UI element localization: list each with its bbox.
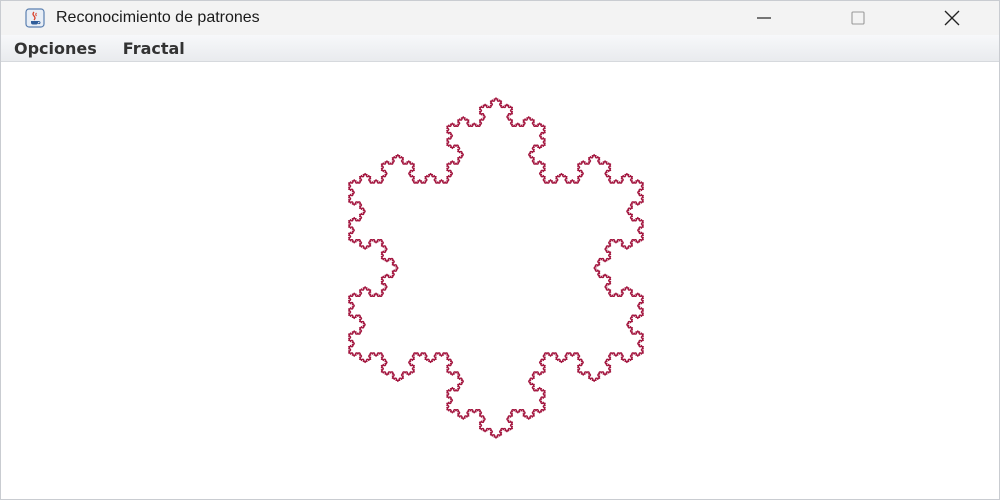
minimize-icon <box>757 17 771 19</box>
koch-snowflake-path <box>348 97 644 439</box>
minimize-button[interactable] <box>717 1 811 35</box>
java-cup-icon <box>24 7 46 29</box>
app-window: Reconocimiento de patrones Opciones Frac… <box>0 0 1000 500</box>
window-title: Reconocimiento de patrones <box>56 9 260 26</box>
drawing-canvas[interactable] <box>2 62 998 498</box>
close-icon <box>944 10 960 26</box>
maximize-icon <box>851 11 865 25</box>
close-button[interactable] <box>905 1 999 35</box>
window-controls <box>717 1 999 35</box>
menu-fractal[interactable]: Fractal <box>110 39 198 58</box>
koch-snowflake-drawing <box>348 97 644 439</box>
title-bar[interactable]: Reconocimiento de patrones <box>1 1 999 35</box>
maximize-button[interactable] <box>811 1 905 35</box>
menu-opciones[interactable]: Opciones <box>1 39 110 58</box>
menu-bar: Opciones Fractal <box>1 35 999 62</box>
